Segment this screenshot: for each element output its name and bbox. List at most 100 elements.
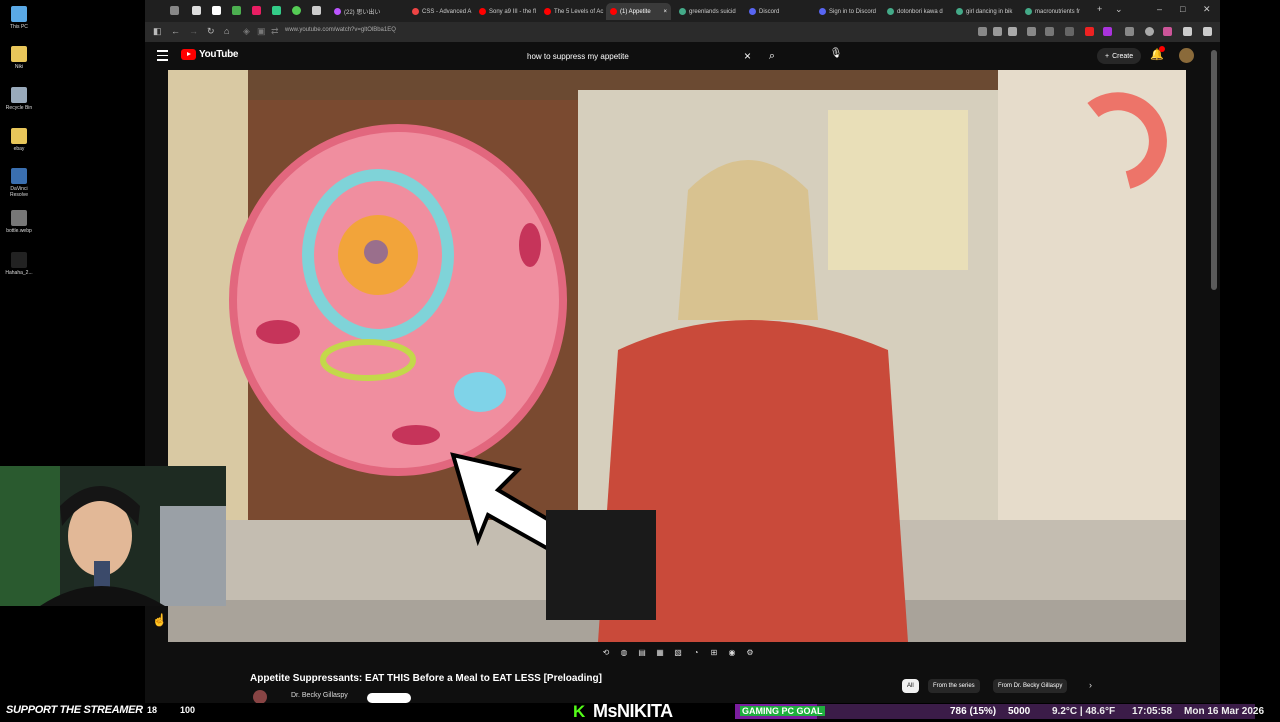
goal-current: 786 (15%) <box>950 706 997 717</box>
desktop-icon-ebay[interactable]: ebay <box>2 128 36 152</box>
subscribe-button[interactable] <box>367 693 411 703</box>
desktop-icon-label: ebay <box>13 146 25 152</box>
tab-macronutrients[interactable]: macronutrients fr <box>1021 3 1091 20</box>
captions-icon[interactable]: ▤ <box>636 648 648 660</box>
tab-favicon-icon <box>412 8 419 15</box>
microphone-icon[interactable]: 🎙 <box>828 48 844 64</box>
browser-settings-icon[interactable] <box>1183 27 1192 36</box>
camera-icon[interactable]: ◉ <box>726 648 738 660</box>
extension-icon[interactable] <box>1045 27 1054 36</box>
reload-icon[interactable]: ↻ <box>207 26 215 37</box>
menu-icon[interactable] <box>1203 27 1212 36</box>
chip-from-series[interactable]: From the series <box>928 679 980 693</box>
extension-icon[interactable] <box>1065 27 1074 36</box>
speed-icon[interactable]: ◔ <box>690 648 702 660</box>
youtube-logo[interactable]: YouTube <box>181 49 239 60</box>
desktop-icon-davinci-resolve[interactable]: DaVinci Resolve <box>2 168 36 198</box>
sidebar-toggle-icon[interactable]: ◧ <box>153 26 162 37</box>
desktop-icon-this-pc[interactable]: This PC <box>2 6 36 30</box>
account-avatar[interactable] <box>1179 48 1194 63</box>
shield-icon[interactable]: ◈ <box>243 26 250 37</box>
tab-discord[interactable]: Discord <box>745 3 815 20</box>
back-icon[interactable]: ← <box>171 26 180 36</box>
close-window-icon[interactable]: ✕ <box>1203 4 1211 15</box>
pinned-tab-icon[interactable] <box>232 6 241 15</box>
tab-strip-icon[interactable] <box>170 6 179 15</box>
create-button[interactable]: + Create <box>1097 48 1142 64</box>
desktop-icon-label: Recycle Bin <box>5 105 33 111</box>
tab-girl-dancing[interactable]: girl dancing in bik <box>952 3 1022 20</box>
maximize-icon[interactable]: □ <box>1180 4 1185 14</box>
create-label: Create <box>1112 52 1134 60</box>
extension-icon[interactable] <box>1103 27 1112 36</box>
tab-label: Sony a9 III - the fl <box>489 8 537 15</box>
chip-all[interactable]: All <box>902 679 919 693</box>
pip-icon[interactable]: ▧ <box>672 648 684 660</box>
tab-greenlands[interactable]: greenlands suicid <box>675 3 745 20</box>
pinned-tab-icon[interactable] <box>272 6 281 15</box>
desktop-icon-niki[interactable]: Niki <box>2 46 36 70</box>
video-player[interactable] <box>168 70 1186 642</box>
page-scrollbar[interactable] <box>1211 50 1217 290</box>
new-tab-icon[interactable]: + <box>1097 4 1102 14</box>
lock-icon[interactable]: ▣ <box>257 26 266 37</box>
forward-icon[interactable]: → <box>189 26 198 36</box>
extension-icon[interactable] <box>1027 27 1036 36</box>
extension-icon[interactable] <box>993 27 1002 36</box>
youtube-logo-text: YouTube <box>199 49 239 60</box>
channel-avatar[interactable] <box>253 690 267 704</box>
screenshot-icon[interactable]: ▦ <box>654 648 666 660</box>
tab-label: Sign in to Discord <box>829 8 877 15</box>
extension-icon[interactable] <box>1125 27 1134 36</box>
chevron-down-icon[interactable]: ⌄ <box>1115 4 1123 15</box>
desktop-icon-recycle-bin[interactable]: Recycle Bin <box>2 87 36 111</box>
desktop-icon-label: Niki <box>14 64 24 70</box>
hamburger-menu-icon[interactable] <box>157 50 168 61</box>
youtube-icon <box>544 8 551 15</box>
sub-count: 18 <box>147 705 158 715</box>
pinned-tab-icon[interactable] <box>312 6 321 15</box>
clear-search-icon[interactable]: × <box>744 49 762 63</box>
extension-icon[interactable] <box>1163 27 1172 36</box>
plus-icon: + <box>1105 52 1110 60</box>
extension-icon[interactable] <box>1085 27 1094 36</box>
desktop-icon-hahaha[interactable]: Hahaha_2... <box>2 252 36 276</box>
site-settings-icon[interactable]: ⇄ <box>271 26 279 37</box>
youtube-play-icon <box>181 49 196 60</box>
minimize-icon[interactable]: – <box>1157 4 1162 14</box>
search-input[interactable]: how to suppress my appetite <box>517 52 744 61</box>
add-icon[interactable]: ⊞ <box>708 648 720 660</box>
extension-icon[interactable] <box>1145 27 1154 36</box>
desktop-icon-bottle-webp[interactable]: bottle.webp <box>2 210 36 234</box>
tab-close-icon[interactable]: × <box>663 9 671 15</box>
tab-sign-in-discord[interactable]: Sign in to Discord <box>815 3 885 20</box>
tab-css[interactable]: CSS - Advanced A <box>408 3 478 20</box>
tab-5-levels[interactable]: The 5 Levels of Ac <box>540 3 610 20</box>
extension-icon[interactable] <box>978 27 987 36</box>
tab-label: greenlands suicid <box>689 8 736 15</box>
weather-readout: 9.2°C | 48.6°F <box>1052 706 1116 717</box>
tab-favicon-icon <box>334 8 341 15</box>
tab-sony[interactable]: Sony a9 III - the fl <box>475 3 545 20</box>
tab-label: macronutrients fr <box>1035 8 1081 15</box>
url-field[interactable]: www.youtube.com/watch?v=gltOlBba1EQ <box>285 27 396 33</box>
channel-name[interactable]: Dr. Becky Gillaspy <box>291 692 348 699</box>
x-icon[interactable] <box>212 6 221 15</box>
search-box[interactable]: how to suppress my appetite × ⌕ <box>517 45 782 67</box>
gear-icon[interactable]: ⚙ <box>744 648 756 660</box>
loop-icon[interactable]: ⟲ <box>600 648 612 660</box>
audio-icon[interactable]: ◍ <box>618 648 630 660</box>
discord-icon <box>749 8 756 15</box>
search-icon[interactable]: ⌕ <box>762 50 782 63</box>
tab-appetite-active[interactable]: (1) Appetite × <box>606 3 671 20</box>
tab-pinned[interactable]: (22) 思い出い <box>330 3 400 20</box>
bookmark-icon[interactable] <box>1008 27 1017 36</box>
tab-dotonbori[interactable]: dotonbori kawa d <box>883 3 953 20</box>
chevron-right-icon[interactable]: › <box>1089 680 1092 690</box>
pinned-tab-icon[interactable] <box>292 6 301 15</box>
home-icon[interactable]: ⌂ <box>224 26 229 36</box>
instagram-icon[interactable] <box>252 6 261 15</box>
pinned-tab-icon[interactable] <box>192 6 201 15</box>
chip-from-channel[interactable]: From Dr. Becky Gillaspy <box>993 679 1068 693</box>
goal-target: 5000 <box>1008 706 1031 717</box>
